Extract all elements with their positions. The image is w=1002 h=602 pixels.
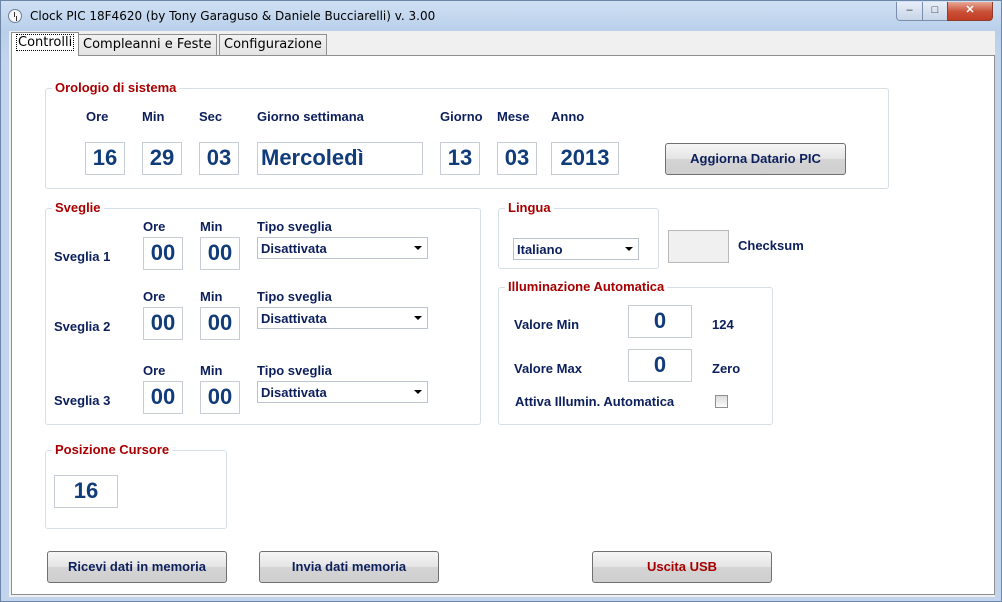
minimize-button[interactable]: – bbox=[896, 2, 923, 21]
alarm-3-type-value: Disattivata bbox=[261, 385, 327, 400]
auto-lighting-group: Illuminazione Automatica Valore Min 0 12… bbox=[498, 279, 773, 425]
month-field[interactable]: 03 bbox=[497, 142, 537, 175]
alarm-2-hour-field[interactable]: 00 bbox=[143, 307, 183, 340]
checksum-box bbox=[668, 230, 729, 263]
max-value-field[interactable]: 0 bbox=[628, 349, 692, 382]
tab-controlli[interactable]: Controlli bbox=[11, 32, 80, 56]
weekday-field[interactable]: Mercoledì bbox=[257, 142, 423, 175]
minute-label: Min bbox=[142, 109, 165, 124]
update-pic-date-button[interactable]: Aggiorna Datario PIC bbox=[665, 143, 846, 175]
alarms-title: Sveglie bbox=[52, 200, 104, 215]
clock-app-icon[interactable] bbox=[8, 9, 22, 23]
alarm-3-type-select[interactable]: Disattivata bbox=[257, 381, 428, 403]
auto-lighting-checkbox[interactable] bbox=[715, 395, 728, 408]
alarm-1-hour-field[interactable]: 00 bbox=[143, 237, 183, 270]
language-group: Lingua Italiano bbox=[498, 200, 659, 269]
day-label: Giorno bbox=[440, 109, 483, 124]
hour-label: Ore bbox=[86, 109, 109, 124]
chevron-down-icon bbox=[414, 246, 422, 250]
alarms-group: Sveglie Ore Min Tipo sveglia Sveglia 1 0… bbox=[45, 200, 481, 425]
cursor-position-group: Posizione Cursore 16 bbox=[45, 442, 227, 529]
alarm-3-minute-field[interactable]: 00 bbox=[200, 381, 240, 414]
weekday-label: Giorno settimana bbox=[257, 109, 364, 124]
tab-configurazione[interactable]: Configurazione bbox=[219, 34, 327, 55]
alarm-2-minute-label: Min bbox=[200, 289, 223, 304]
min-reading-value: 124 bbox=[712, 317, 734, 332]
alarm-3-type-label: Tipo sveglia bbox=[257, 363, 332, 378]
language-title: Lingua bbox=[505, 200, 554, 215]
chevron-down-icon bbox=[414, 316, 422, 320]
min-value-label: Valore Min bbox=[514, 317, 580, 332]
controlli-panel: Orologio di sistema Ore Min Sec Giorno s… bbox=[11, 55, 995, 595]
alarm-3-hour-label: Ore bbox=[143, 363, 166, 378]
second-label: Sec bbox=[199, 109, 223, 124]
title-bar[interactable]: Clock PIC 18F4620 (by Tony Garaguso & Da… bbox=[1, 1, 1001, 31]
alarm-1-type-value: Disattivata bbox=[261, 241, 327, 256]
alarm-1-hour-label: Ore bbox=[143, 219, 166, 234]
alarm-1-type-select[interactable]: Disattivata bbox=[257, 237, 428, 259]
alarm-3-label: Sveglia 3 bbox=[54, 393, 111, 408]
alarm-2-label: Sveglia 2 bbox=[54, 319, 111, 334]
cursor-position-field[interactable]: 16 bbox=[54, 475, 118, 508]
minute-field[interactable]: 29 bbox=[142, 142, 182, 175]
alarm-2-type-select[interactable]: Disattivata bbox=[257, 307, 428, 329]
alarm-1-minute-label: Min bbox=[200, 219, 223, 234]
alarm-2-type-label: Tipo sveglia bbox=[257, 289, 332, 304]
chevron-down-icon bbox=[625, 247, 633, 251]
alarm-1-type-label: Tipo sveglia bbox=[257, 219, 332, 234]
max-value-label: Valore Max bbox=[514, 361, 582, 376]
system-clock-title: Orologio di sistema bbox=[52, 80, 180, 95]
month-label: Mese bbox=[497, 109, 530, 124]
receive-memory-data-button[interactable]: Ricevi dati in memoria bbox=[47, 551, 227, 583]
language-value: Italiano bbox=[517, 242, 563, 257]
client-area: Controlli Compleanni e Feste Configurazi… bbox=[9, 31, 995, 597]
year-field[interactable]: 2013 bbox=[551, 142, 619, 175]
window-title: Clock PIC 18F4620 (by Tony Garaguso & Da… bbox=[30, 9, 436, 23]
exit-usb-button[interactable]: Uscita USB bbox=[592, 551, 772, 583]
second-field[interactable]: 03 bbox=[199, 142, 239, 175]
send-memory-data-button[interactable]: Invia dati memoria bbox=[259, 551, 439, 583]
day-field[interactable]: 13 bbox=[440, 142, 480, 175]
hour-field[interactable]: 16 bbox=[85, 142, 125, 175]
system-clock-group: Orologio di sistema Ore Min Sec Giorno s… bbox=[45, 80, 889, 189]
tab-controlli-label: Controlli bbox=[16, 34, 75, 51]
alarm-3-hour-field[interactable]: 00 bbox=[143, 381, 183, 414]
alarm-1-minute-field[interactable]: 00 bbox=[200, 237, 240, 270]
alarm-1-label: Sveglia 1 bbox=[54, 249, 111, 264]
app-window: Clock PIC 18F4620 (by Tony Garaguso & Da… bbox=[0, 0, 1002, 602]
close-button[interactable]: ✕ bbox=[947, 2, 993, 21]
maximize-button[interactable]: □ bbox=[922, 2, 948, 21]
year-label: Anno bbox=[551, 109, 585, 124]
checksum-label: Checksum bbox=[738, 238, 804, 253]
cursor-position-title: Posizione Cursore bbox=[52, 442, 173, 457]
alarm-3-minute-label: Min bbox=[200, 363, 223, 378]
alarm-2-minute-field[interactable]: 00 bbox=[200, 307, 240, 340]
alarm-2-type-value: Disattivata bbox=[261, 311, 327, 326]
auto-lighting-enable-label: Attiva Illumin. Automatica bbox=[515, 394, 675, 409]
max-reading-value: Zero bbox=[712, 361, 741, 376]
alarm-2-hour-label: Ore bbox=[143, 289, 166, 304]
chevron-down-icon bbox=[414, 390, 422, 394]
tab-compleanni-feste[interactable]: Compleanni e Feste bbox=[78, 34, 217, 55]
auto-lighting-title: Illuminazione Automatica bbox=[505, 279, 668, 294]
language-select[interactable]: Italiano bbox=[513, 238, 639, 260]
min-value-field[interactable]: 0 bbox=[628, 305, 692, 338]
